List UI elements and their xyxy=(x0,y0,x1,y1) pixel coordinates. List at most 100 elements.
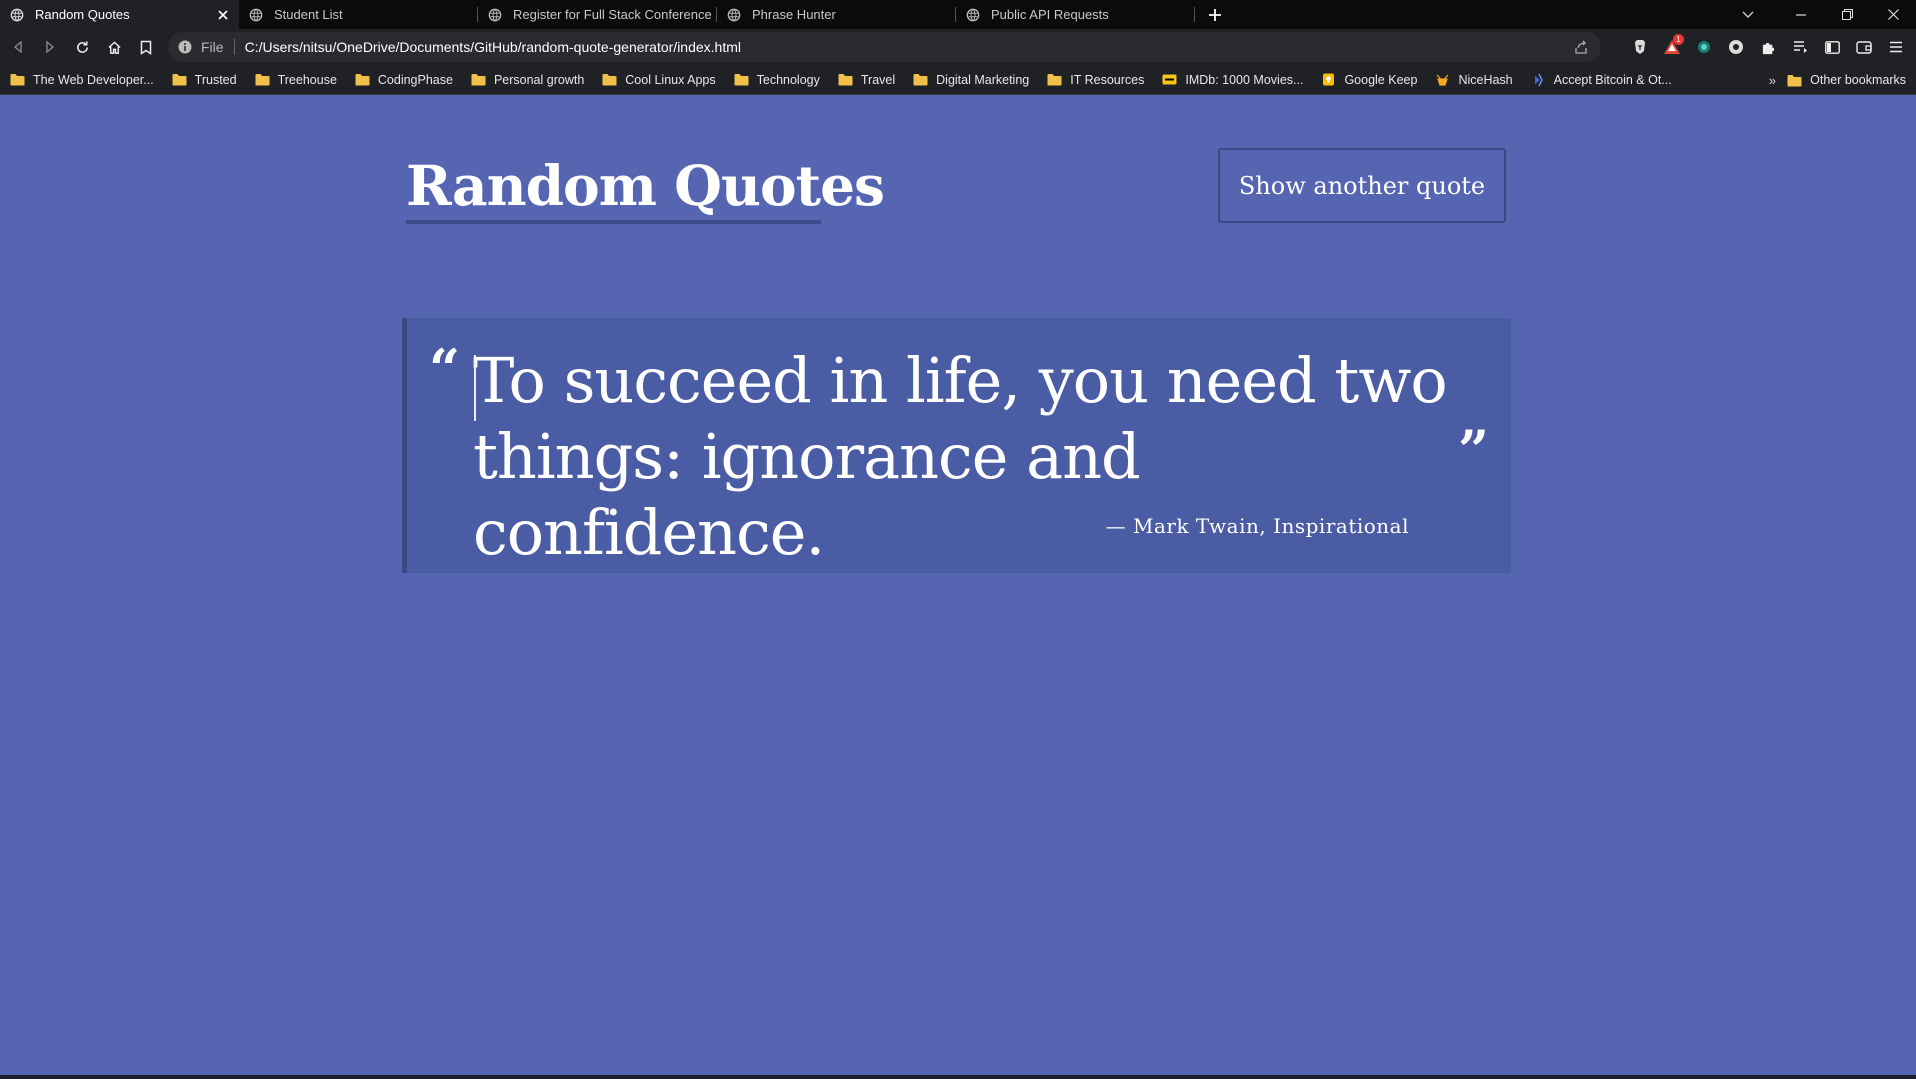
chevron-down-icon xyxy=(1742,11,1754,18)
tab-student-list[interactable]: Student List xyxy=(239,0,478,29)
folder-icon xyxy=(913,74,928,86)
extensions-button[interactable] xyxy=(1752,31,1784,63)
close-icon xyxy=(1887,9,1899,20)
quote-citation: — Mark Twain, Inspirational xyxy=(1105,514,1409,538)
title-underline xyxy=(406,220,821,224)
reload-icon xyxy=(76,40,88,53)
bookmark-folder-treehouse[interactable]: Treehouse xyxy=(255,68,337,92)
restore-icon xyxy=(1841,9,1853,20)
tab-random-quotes[interactable]: Random Quotes xyxy=(0,0,239,29)
folder-icon xyxy=(838,74,853,86)
home-button[interactable] xyxy=(98,31,130,63)
menu-button[interactable] xyxy=(1880,31,1912,63)
forward-arrow-icon xyxy=(46,40,55,54)
tab-divider xyxy=(1194,7,1195,22)
reload-button[interactable] xyxy=(66,31,98,63)
keep-icon xyxy=(1323,73,1335,86)
bookmark-label: Digital Marketing xyxy=(936,72,1030,87)
folder-icon xyxy=(734,74,749,86)
bookmark-label: Technology xyxy=(756,72,820,87)
tab-title: Phrase Hunter xyxy=(752,7,836,22)
media-controls-button[interactable] xyxy=(1784,31,1816,63)
bookmark-folder-web-developer[interactable]: The Web Developer... xyxy=(10,68,154,92)
bookmark-google-keep[interactable]: Google Keep xyxy=(1321,68,1417,92)
more-bookmarks-button[interactable]: » xyxy=(1769,65,1776,95)
globe-icon xyxy=(488,8,502,21)
bitcoin-icon xyxy=(1534,73,1543,86)
puzzle-icon xyxy=(1762,42,1774,54)
tab-register-conference[interactable]: Register for Full Stack Conference xyxy=(478,0,717,29)
restore-button[interactable] xyxy=(1824,0,1870,29)
bookmark-accept-bitcoin[interactable]: Accept Bitcoin & Ot... xyxy=(1531,68,1672,92)
tab-phrase-hunter[interactable]: Phrase Hunter xyxy=(717,0,956,29)
bookmark-label: Google Keep xyxy=(1344,72,1418,87)
wallet-button[interactable] xyxy=(1848,31,1880,63)
bookmark-folder-trusted[interactable]: Trusted xyxy=(172,68,237,92)
brave-rewards-button[interactable]: 1 xyxy=(1656,31,1688,63)
globe-icon xyxy=(727,8,741,21)
back-button[interactable] xyxy=(2,31,34,63)
folder-icon xyxy=(471,74,486,86)
folder-icon xyxy=(255,74,270,86)
url-scheme: File xyxy=(201,39,224,55)
bookmark-folder-it-resources[interactable]: IT Resources xyxy=(1047,68,1144,92)
tab-search-button[interactable] xyxy=(1732,0,1764,29)
other-bookmarks-folder[interactable]: Other bookmarks xyxy=(1787,68,1906,92)
circle-extension-icon xyxy=(1698,41,1710,53)
forward-button[interactable] xyxy=(34,31,66,63)
share-icon[interactable] xyxy=(1573,39,1589,55)
bookmark-folder-personal-growth[interactable]: Personal growth xyxy=(471,68,584,92)
plus-icon xyxy=(1209,8,1221,21)
close-tab-icon[interactable] xyxy=(215,7,231,23)
minimize-button[interactable] xyxy=(1778,0,1824,29)
browser-toolbar: File C:/Users/nitsu/OneDrive/Documents/G… xyxy=(0,29,1916,65)
bookmark-folder-technology[interactable]: Technology xyxy=(734,68,820,92)
bookmark-label: Accept Bitcoin & Ot... xyxy=(1553,72,1672,87)
bookmark-folder-cool-linux-apps[interactable]: Cool Linux Apps xyxy=(602,68,716,92)
tab-title: Public API Requests xyxy=(991,7,1109,22)
tab-public-api-requests[interactable]: Public API Requests xyxy=(956,0,1195,29)
tab-title: Register for Full Stack Conference xyxy=(513,7,712,22)
close-window-button[interactable] xyxy=(1870,0,1916,29)
bookmark-imdb[interactable]: IMDb: 1000 Movies... xyxy=(1162,68,1303,92)
bookmark-label: Personal growth xyxy=(493,72,585,87)
notification-badge: 1 xyxy=(1673,34,1684,45)
back-arrow-icon xyxy=(13,40,22,54)
bookmark-folder-digital-marketing[interactable]: Digital Marketing xyxy=(913,68,1029,92)
bookmark-button[interactable] xyxy=(130,31,162,63)
show-another-quote-button[interactable]: Show another quote xyxy=(1218,148,1506,223)
hamburger-menu-icon xyxy=(1890,41,1902,53)
brave-shields-button[interactable] xyxy=(1624,31,1656,63)
new-tab-button[interactable] xyxy=(1201,1,1229,29)
quote-box: “ To succeed in life, you need two thing… xyxy=(402,318,1511,573)
tab-strip: Random Quotes Student List Register for … xyxy=(0,0,1916,29)
extension-teal-button[interactable] xyxy=(1688,31,1720,63)
bookmark-label: Other bookmarks xyxy=(1810,73,1906,87)
folder-icon xyxy=(1787,74,1802,86)
bookmark-label: Cool Linux Apps xyxy=(625,72,716,87)
extension-dark-button[interactable] xyxy=(1720,31,1752,63)
nicehash-icon xyxy=(1437,74,1449,86)
sidebar-button[interactable] xyxy=(1816,31,1848,63)
close-quote-mark: ” xyxy=(1458,418,1490,482)
bookmark-nicehash[interactable]: NiceHash xyxy=(1435,68,1513,92)
globe-icon xyxy=(10,8,24,21)
info-icon[interactable] xyxy=(178,40,192,54)
folder-icon xyxy=(1047,74,1062,86)
folder-icon xyxy=(172,74,187,86)
bookmarks-bar: The Web Developer... Trusted Treehouse C… xyxy=(0,65,1916,95)
bookmark-label: Treehouse xyxy=(277,72,337,87)
folder-icon xyxy=(10,74,25,86)
bookmark-folder-codingphase[interactable]: CodingPhase xyxy=(355,68,453,92)
minimize-icon xyxy=(1796,13,1806,16)
address-bar[interactable]: File C:/Users/nitsu/OneDrive/Documents/G… xyxy=(168,32,1601,62)
bookmark-label: The Web Developer... xyxy=(33,72,154,87)
bookmark-icon xyxy=(140,40,152,55)
tab-title: Random Quotes xyxy=(35,7,130,22)
tab-title: Student List xyxy=(274,7,343,22)
circle-extension-icon xyxy=(1729,40,1743,54)
playlist-icon xyxy=(1793,41,1807,53)
bookmark-folder-travel[interactable]: Travel xyxy=(838,68,895,92)
url-text[interactable]: C:/Users/nitsu/OneDrive/Documents/GitHub… xyxy=(245,39,741,55)
text-cursor xyxy=(474,355,476,421)
